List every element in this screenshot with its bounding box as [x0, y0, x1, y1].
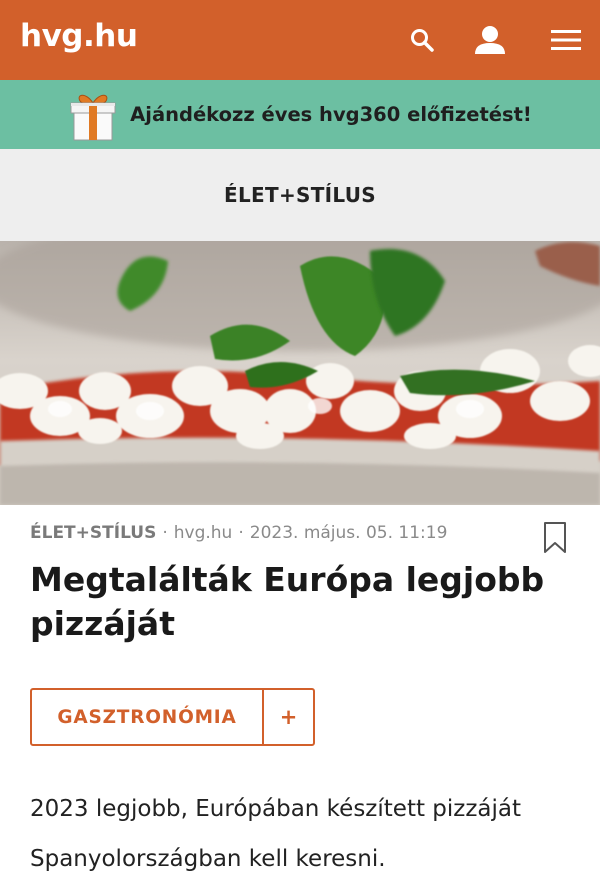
article-lead: 2023 legjobb, Európában készített pizzáj…: [30, 796, 522, 872]
article-hero-image: [0, 241, 600, 505]
search-icon[interactable]: [404, 22, 440, 58]
follow-tag-button[interactable]: +: [262, 690, 313, 744]
article-title: Megtalálták Európa legjobb pizzáját: [30, 560, 545, 643]
article-category[interactable]: ÉLET+STÍLUS: [30, 523, 156, 543]
promo-text: Ajándékozz éves hvg360 előfizetést!: [130, 103, 532, 126]
article-source: hvg.hu: [173, 523, 233, 543]
article-meta: ÉLET+STÍLUS · hvg.hu · 2023. május. 05. 11:1…: [30, 523, 447, 543]
subscription-promo-banner[interactable]: Ajándékozz éves hvg360 előfizetést!: [0, 80, 600, 149]
user-icon[interactable]: [472, 22, 508, 58]
site-logo[interactable]: hvg.hu: [20, 18, 138, 54]
gift-icon: [70, 94, 116, 140]
menu-icon[interactable]: [548, 22, 584, 58]
bookmark-icon[interactable]: [542, 521, 568, 555]
tag-button[interactable]: GASZTRONÓMIA: [32, 690, 262, 744]
article-date: 2023. május. 05. 11:19: [249, 523, 448, 543]
meta-separator: ·: [238, 523, 244, 543]
top-header: hvg.hu: [0, 0, 600, 80]
section-header: ÉLET+STÍLUS: [0, 149, 600, 241]
meta-separator: ·: [162, 523, 168, 543]
tag-box: GASZTRONÓMIA +: [30, 688, 315, 746]
section-title[interactable]: ÉLET+STÍLUS: [224, 183, 376, 207]
